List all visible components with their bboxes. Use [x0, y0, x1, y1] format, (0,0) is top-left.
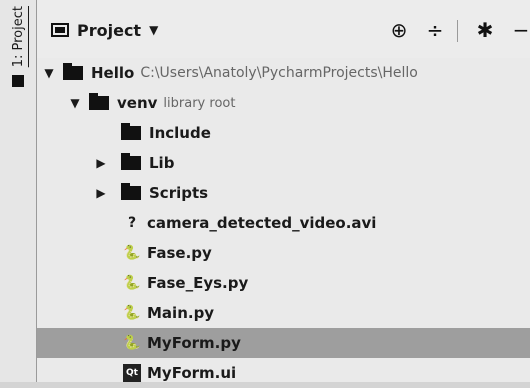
hide-icon: − — [512, 18, 530, 42]
tree-item-label: Lib — [149, 154, 175, 172]
tree-row-lib[interactable]: ▶ Lib — [37, 148, 530, 178]
project-toolbar: Project ▼ ⊕ ÷ ✱ − — [37, 0, 530, 58]
expand-arrow-icon[interactable]: ▶ — [95, 156, 107, 170]
project-tool-tab-label: 1: Project — [10, 6, 26, 68]
locate-icon: ⊕ — [390, 18, 408, 42]
project-tool-tab[interactable]: 1: Project — [4, 6, 32, 94]
qt-file-icon: Qt — [123, 364, 141, 382]
folder-icon — [121, 153, 141, 170]
tree-row-file[interactable]: 🐍 Fase.py — [37, 238, 530, 268]
expand-arrow-icon[interactable]: ▶ — [95, 186, 107, 200]
tree-item-label: Include — [149, 124, 211, 142]
tree-item-label: Main.py — [147, 304, 215, 322]
tree-row-venv[interactable]: ▼ venv library root — [37, 88, 530, 118]
tree-row-file-selected[interactable]: 🐍 MyForm.py — [37, 328, 530, 358]
hide-button[interactable]: − — [509, 18, 530, 42]
folder-icon — [89, 93, 109, 110]
python-file-icon: 🐍 — [123, 275, 141, 291]
tool-window-strip: 1: Project — [0, 0, 37, 382]
tree-item-label: camera_detected_video.avi — [147, 214, 377, 232]
tree-row-project[interactable]: ▼ Hello C:\Users\Anatoly\PycharmProjects… — [37, 58, 530, 88]
project-tree: ▼ Hello C:\Users\Anatoly\PycharmProjects… — [37, 58, 530, 382]
folder-icon — [121, 123, 141, 140]
python-file-icon: 🐍 — [123, 245, 141, 261]
expand-arrow-icon[interactable]: ▼ — [43, 66, 55, 80]
tree-row-scripts[interactable]: ▶ Scripts — [37, 178, 530, 208]
chevron-down-icon: ▼ — [149, 23, 159, 37]
project-tab-icon — [12, 75, 24, 88]
toolbar-separator — [457, 20, 458, 42]
collapse-all-button[interactable]: ÷ — [423, 18, 447, 42]
settings-icon: ✱ — [476, 18, 494, 42]
tree-row-file[interactable]: ? camera_detected_video.avi — [37, 208, 530, 238]
venv-name: venv — [117, 94, 158, 112]
folder-icon — [121, 183, 141, 200]
view-selector-label: Project — [77, 20, 142, 40]
python-file-icon: 🐍 — [123, 305, 141, 321]
tree-row-file[interactable]: 🐍 Fase_Eys.py — [37, 268, 530, 298]
expand-arrow-icon[interactable]: ▼ — [69, 96, 81, 110]
tree-item-label: Fase_Eys.py — [147, 274, 249, 292]
project-panel: Project ▼ ⊕ ÷ ✱ − ▼ Hello C:\Users\Anato… — [37, 0, 530, 382]
tree-item-label: Scripts — [149, 184, 209, 202]
unknown-file-icon: ? — [127, 215, 137, 231]
locate-button[interactable]: ⊕ — [387, 18, 411, 42]
collapse-all-icon: ÷ — [426, 18, 444, 42]
tree-item-label: Fase.py — [147, 244, 212, 262]
python-file-icon: 🐍 — [123, 335, 141, 351]
library-root-label: library root — [163, 95, 236, 111]
tree-row-file[interactable]: 🐍 Main.py — [37, 298, 530, 328]
project-view-icon — [51, 23, 69, 37]
folder-icon — [63, 63, 83, 80]
settings-button[interactable]: ✱ — [473, 18, 497, 42]
view-selector[interactable]: Project ▼ — [51, 18, 158, 42]
tree-item-label: MyForm.py — [147, 334, 241, 352]
tree-item-label: MyForm.ui — [147, 364, 237, 382]
project-name: Hello — [91, 64, 135, 82]
tree-row-include[interactable]: Include — [37, 118, 530, 148]
tree-row-file[interactable]: Qt MyForm.ui — [37, 358, 530, 388]
project-path: C:\Users\Anatoly\PycharmProjects\Hello — [140, 65, 418, 81]
